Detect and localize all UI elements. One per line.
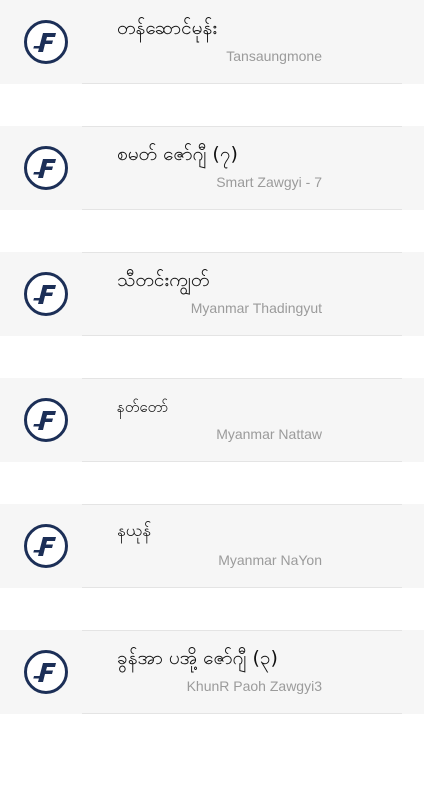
font-title: နယုန်: [117, 521, 152, 541]
divider: [82, 252, 402, 253]
f-logo-icon: [23, 523, 69, 569]
font-title: ခွန်အာ ပအို့ ဇော်ဂျီ (၃): [117, 647, 278, 669]
font-list: တန်ဆောင်မုန်း Tansaungmone စမတ် ဇော်ဂျီ …: [0, 0, 424, 800]
list-gap: [0, 588, 424, 630]
divider: [82, 209, 402, 210]
font-title: စမတ် ဇော်ဂျီ (၇): [117, 143, 238, 165]
list-gap: [0, 714, 424, 800]
f-logo-icon: [23, 397, 69, 443]
list-item[interactable]: နယုန် Myanmar NaYon: [0, 504, 424, 588]
divider: [82, 713, 402, 714]
font-subtitle: Smart Zawgyi - 7: [216, 174, 322, 190]
font-subtitle: Myanmar Nattaw: [216, 426, 322, 442]
f-logo-icon: [23, 649, 69, 695]
font-subtitle: KhunR Paoh Zawgyi3: [186, 678, 322, 694]
divider: [82, 630, 402, 631]
list-item[interactable]: ခွန်အာ ပအို့ ဇော်ဂျီ (၃) KhunR Paoh Zawg…: [0, 630, 424, 714]
divider: [82, 504, 402, 505]
list-gap: [0, 84, 424, 126]
list-item[interactable]: တန်ဆောင်မုန်း Tansaungmone: [0, 0, 424, 84]
divider: [82, 587, 402, 588]
font-subtitle: Myanmar NaYon: [218, 552, 322, 568]
list-item[interactable]: သီတင်းကျွတ် Myanmar Thadingyut: [0, 252, 424, 336]
divider: [82, 461, 402, 462]
f-logo-icon: [23, 19, 69, 65]
f-logo-icon: [23, 145, 69, 191]
divider: [82, 378, 402, 379]
font-title: နတ်တော်: [117, 398, 169, 416]
font-title: သီတင်းကျွတ်: [117, 269, 210, 291]
list-item[interactable]: စမတ် ဇော်ဂျီ (၇) Smart Zawgyi - 7: [0, 126, 424, 210]
divider: [82, 335, 402, 336]
font-title: တန်ဆောင်မုန်း: [117, 17, 218, 39]
list-item[interactable]: နတ်တော် Myanmar Nattaw: [0, 378, 424, 462]
list-gap: [0, 336, 424, 378]
font-subtitle: Myanmar Thadingyut: [190, 300, 322, 316]
divider: [82, 126, 402, 127]
list-gap: [0, 462, 424, 504]
list-gap: [0, 210, 424, 252]
f-logo-icon: [23, 271, 69, 317]
divider: [82, 83, 402, 84]
font-subtitle: Tansaungmone: [226, 48, 322, 64]
